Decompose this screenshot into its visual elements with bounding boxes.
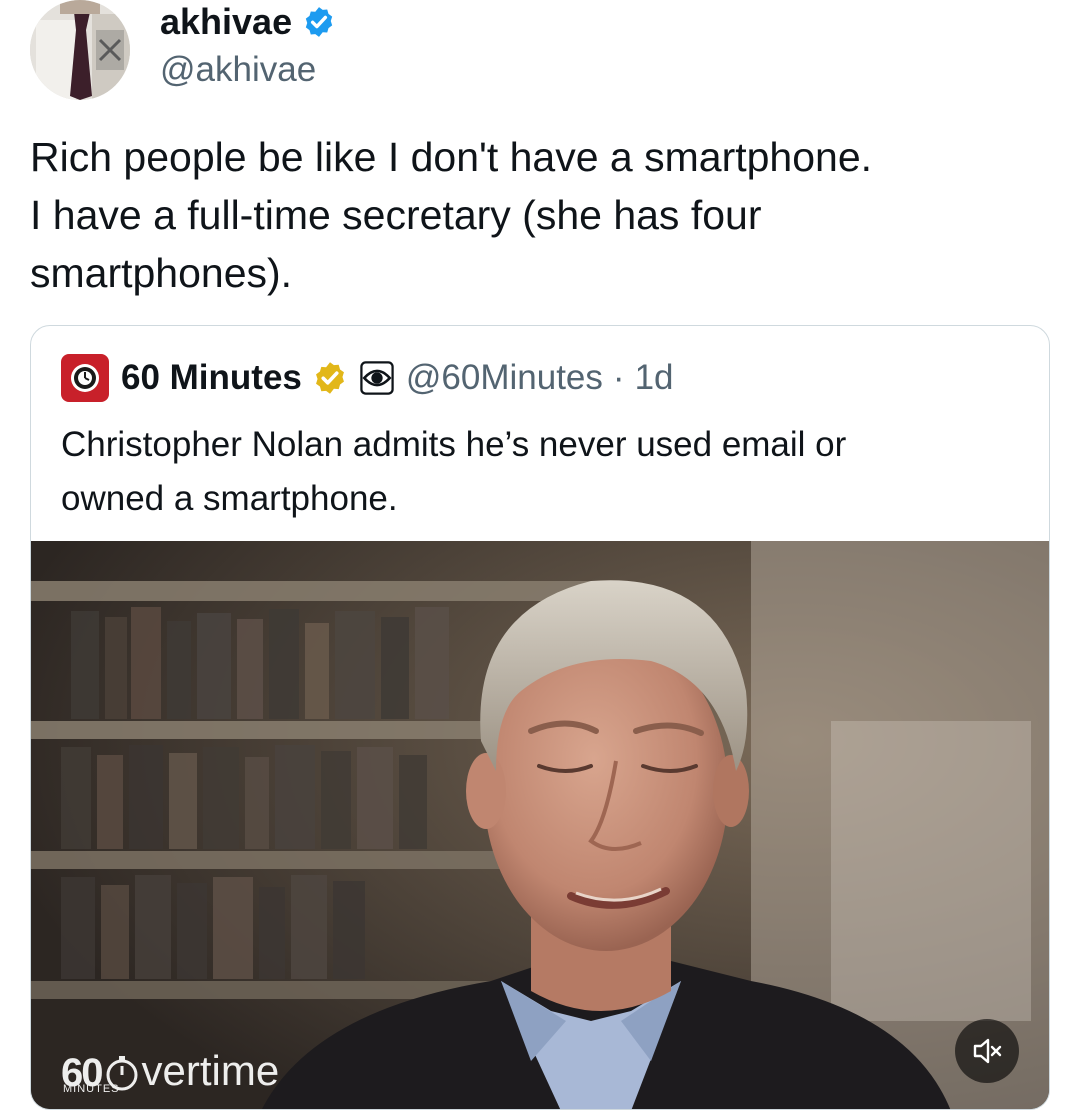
mute-button[interactable]	[955, 1019, 1019, 1083]
author-handle[interactable]: @akhivae	[160, 50, 316, 90]
tweet-line: I have a full-time secretary (she has fo…	[30, 192, 762, 238]
meta-separator: ·	[612, 358, 625, 397]
quoted-tweet-text: Christopher Nolan admits he’s never used…	[61, 418, 1021, 526]
gold-verified-badge-icon	[315, 362, 344, 394]
sixty-minutes-logo-icon[interactable]	[61, 354, 109, 402]
quoted-line: Christopher Nolan admits he’s never used…	[61, 425, 847, 464]
watermark-word: vertime	[141, 1047, 280, 1094]
speaker-muted-icon	[973, 1038, 1002, 1064]
quoted-line: owned a smartphone.	[61, 479, 398, 518]
avatar[interactable]	[30, 0, 130, 100]
tweet-line: Rich people be like I don't have a smart…	[30, 134, 873, 180]
quoted-author-name[interactable]: 60 Minutes	[121, 358, 302, 398]
sixty-minutes-overtime-watermark: 60 vertime MINUTES	[61, 1047, 280, 1096]
author-name-text: akhivae	[160, 1, 293, 42]
verified-badge-icon	[305, 7, 333, 37]
avatar-image	[30, 0, 130, 100]
tweet-text: Rich people be like I don't have a smart…	[30, 128, 1060, 302]
quoted-timestamp[interactable]: 1d	[635, 358, 674, 398]
watermark-sub: MINUTES	[63, 1083, 120, 1095]
author-name[interactable]: akhivae	[160, 0, 336, 44]
quoted-tweet-header: 60 Minutes @60Minutes · 1d	[61, 354, 674, 402]
video-player[interactable]: 60 vertime MINUTES	[31, 541, 1049, 1109]
video-frame	[31, 541, 1049, 1109]
cbs-eye-affiliate-icon	[360, 361, 394, 395]
quoted-author-handle[interactable]: @60Minutes	[406, 358, 603, 398]
quoted-tweet-card[interactable]: 60 Minutes @60Minutes · 1d Christopher N…	[30, 325, 1050, 1110]
tweet-line: smartphones).	[30, 250, 293, 296]
